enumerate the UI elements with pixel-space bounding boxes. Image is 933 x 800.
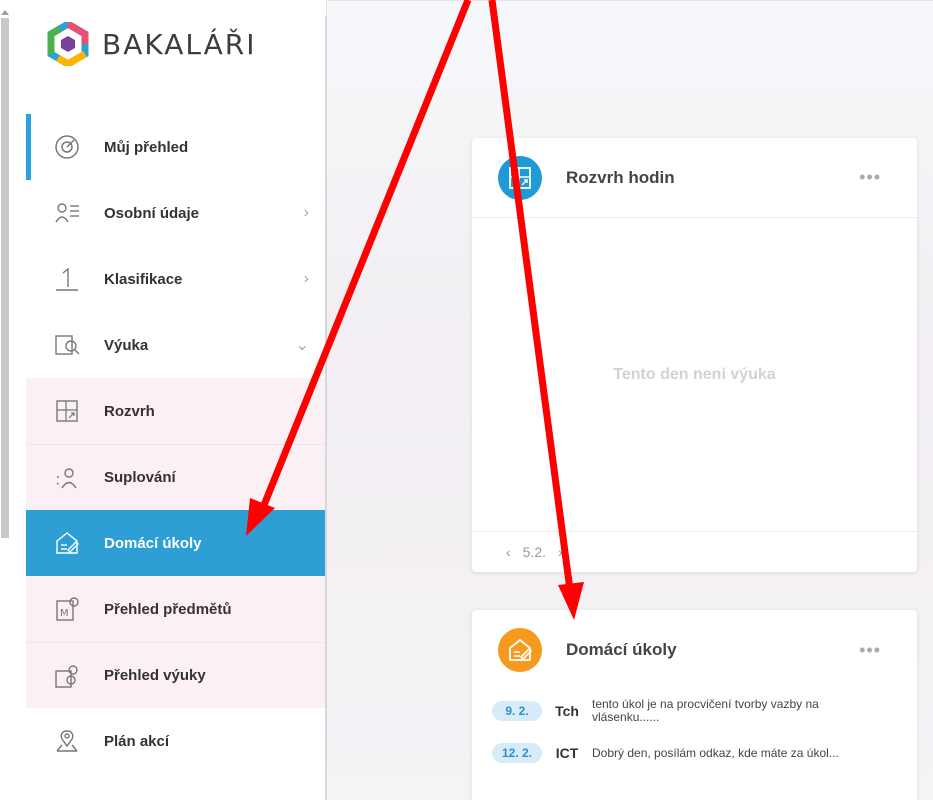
grade-icon	[54, 266, 80, 292]
schedule-pager: ‹ 5.2. ›	[472, 532, 917, 572]
more-options-icon[interactable]: •••	[859, 640, 881, 661]
logo[interactable]: BAKALÁŘI	[46, 22, 257, 66]
main-content: Rozvrh hodin ••• Tento den není výuka ‹ …	[327, 0, 933, 800]
homework-subject: ICT	[555, 745, 579, 761]
sidebar-item-events-plan[interactable]: Plán akcí	[26, 708, 327, 774]
chevron-right-icon: ›	[303, 270, 309, 287]
homework-list: 9. 2. Tch tento úkol je na procvičení tv…	[472, 690, 917, 774]
homework-row[interactable]: 9. 2. Tch tento úkol je na procvičení tv…	[492, 690, 917, 732]
sidebar-item-label: Suplování	[104, 469, 176, 486]
sidebar-item-label: Plán akcí	[104, 732, 170, 750]
personal-data-icon	[54, 200, 80, 226]
chevron-right-icon: ›	[303, 204, 309, 221]
sidebar-item-label: Výuka	[104, 336, 149, 354]
chevron-left-icon[interactable]: ‹	[506, 544, 511, 560]
timetable-icon	[498, 155, 542, 200]
teaching-icon	[54, 332, 80, 358]
homework-card-header: Domácí úkoly •••	[472, 610, 917, 690]
pager-date: 5.2.	[522, 544, 547, 560]
sidebar-item-label: Přehled předmětů	[104, 600, 232, 618]
sidebar-item-label: Domácí úkoly	[104, 534, 202, 552]
schedule-body: Tento den není výuka	[472, 218, 917, 532]
more-options-icon[interactable]: •••	[859, 167, 881, 188]
sidebar-item-dashboard[interactable]: Můj přehled	[26, 114, 327, 180]
empty-schedule-message: Tento den není výuka	[613, 365, 776, 383]
sidebar-item-label: Klasifikace	[104, 270, 183, 288]
homework-icon	[498, 628, 542, 672]
page-scrollbar[interactable]	[0, 0, 10, 800]
teaching-overview-icon	[54, 663, 80, 689]
top-bar	[327, 0, 933, 88]
sidebar-item-homework[interactable]: Domácí úkoly	[26, 510, 327, 576]
chevron-down-icon: ⌄	[295, 337, 309, 354]
sidebar-item-label: Přehled výuky	[104, 667, 206, 684]
sidebar-item-teaching[interactable]: Výuka ⌄	[26, 312, 327, 378]
substitution-icon	[54, 465, 80, 491]
sidebar-item-label: Osobní údaje	[104, 204, 200, 222]
subjects-icon: M	[54, 596, 80, 622]
scrollbar-thumb[interactable]	[1, 18, 9, 538]
brand-name: BAKALÁŘI	[102, 27, 257, 61]
events-icon	[54, 728, 80, 754]
sidebar-item-teaching-overview[interactable]: Přehled výuky	[26, 642, 327, 708]
homework-text: tento úkol je na procvičení tvorby vazby…	[592, 697, 819, 724]
homework-icon	[54, 530, 80, 556]
sidebar-item-substitution[interactable]: Suplování	[26, 444, 327, 510]
bakalari-logo-icon	[47, 22, 89, 66]
timetable-icon	[54, 398, 80, 424]
sidebar-item-label: Můj přehled	[104, 138, 189, 156]
schedule-card: Rozvrh hodin ••• Tento den není výuka ‹ …	[472, 138, 917, 572]
sidebar-item-subjects-overview[interactable]: M Přehled předmětů	[26, 576, 327, 642]
scroll-up-arrow-icon[interactable]	[1, 10, 9, 15]
sidebar-item-label: Rozvrh	[104, 402, 155, 420]
homework-card-title[interactable]: Domácí úkoly	[566, 640, 677, 660]
chevron-right-icon[interactable]: ›	[558, 544, 563, 560]
schedule-card-title[interactable]: Rozvrh hodin	[566, 168, 675, 188]
sidebar-item-timetable[interactable]: Rozvrh	[26, 378, 327, 444]
sidebar-nav: Můj přehled Osobní údaje › Klasifikace ›…	[26, 114, 327, 774]
sidebar-item-personal-data[interactable]: Osobní údaje ›	[26, 180, 327, 246]
schedule-card-header: Rozvrh hodin •••	[472, 138, 917, 218]
dashboard-icon	[54, 134, 80, 160]
homework-card: Domácí úkoly ••• 9. 2. Tch tento úkol je…	[472, 610, 917, 800]
sidebar: BAKALÁŘI Můj přehled Osobní údaje › Klas…	[10, 0, 332, 800]
homework-date-badge: 12. 2.	[492, 743, 542, 763]
sidebar-item-grades[interactable]: Klasifikace ›	[26, 246, 327, 312]
homework-date-badge: 9. 2.	[492, 701, 542, 721]
homework-row[interactable]: 12. 2. ICT Dobrý den, posílám odkaz, kde…	[492, 732, 917, 774]
homework-subject: Tch	[555, 703, 579, 719]
svg-text:M: M	[60, 608, 69, 619]
homework-text: Dobrý den, posílám odkaz, kde máte za úk…	[592, 745, 839, 760]
